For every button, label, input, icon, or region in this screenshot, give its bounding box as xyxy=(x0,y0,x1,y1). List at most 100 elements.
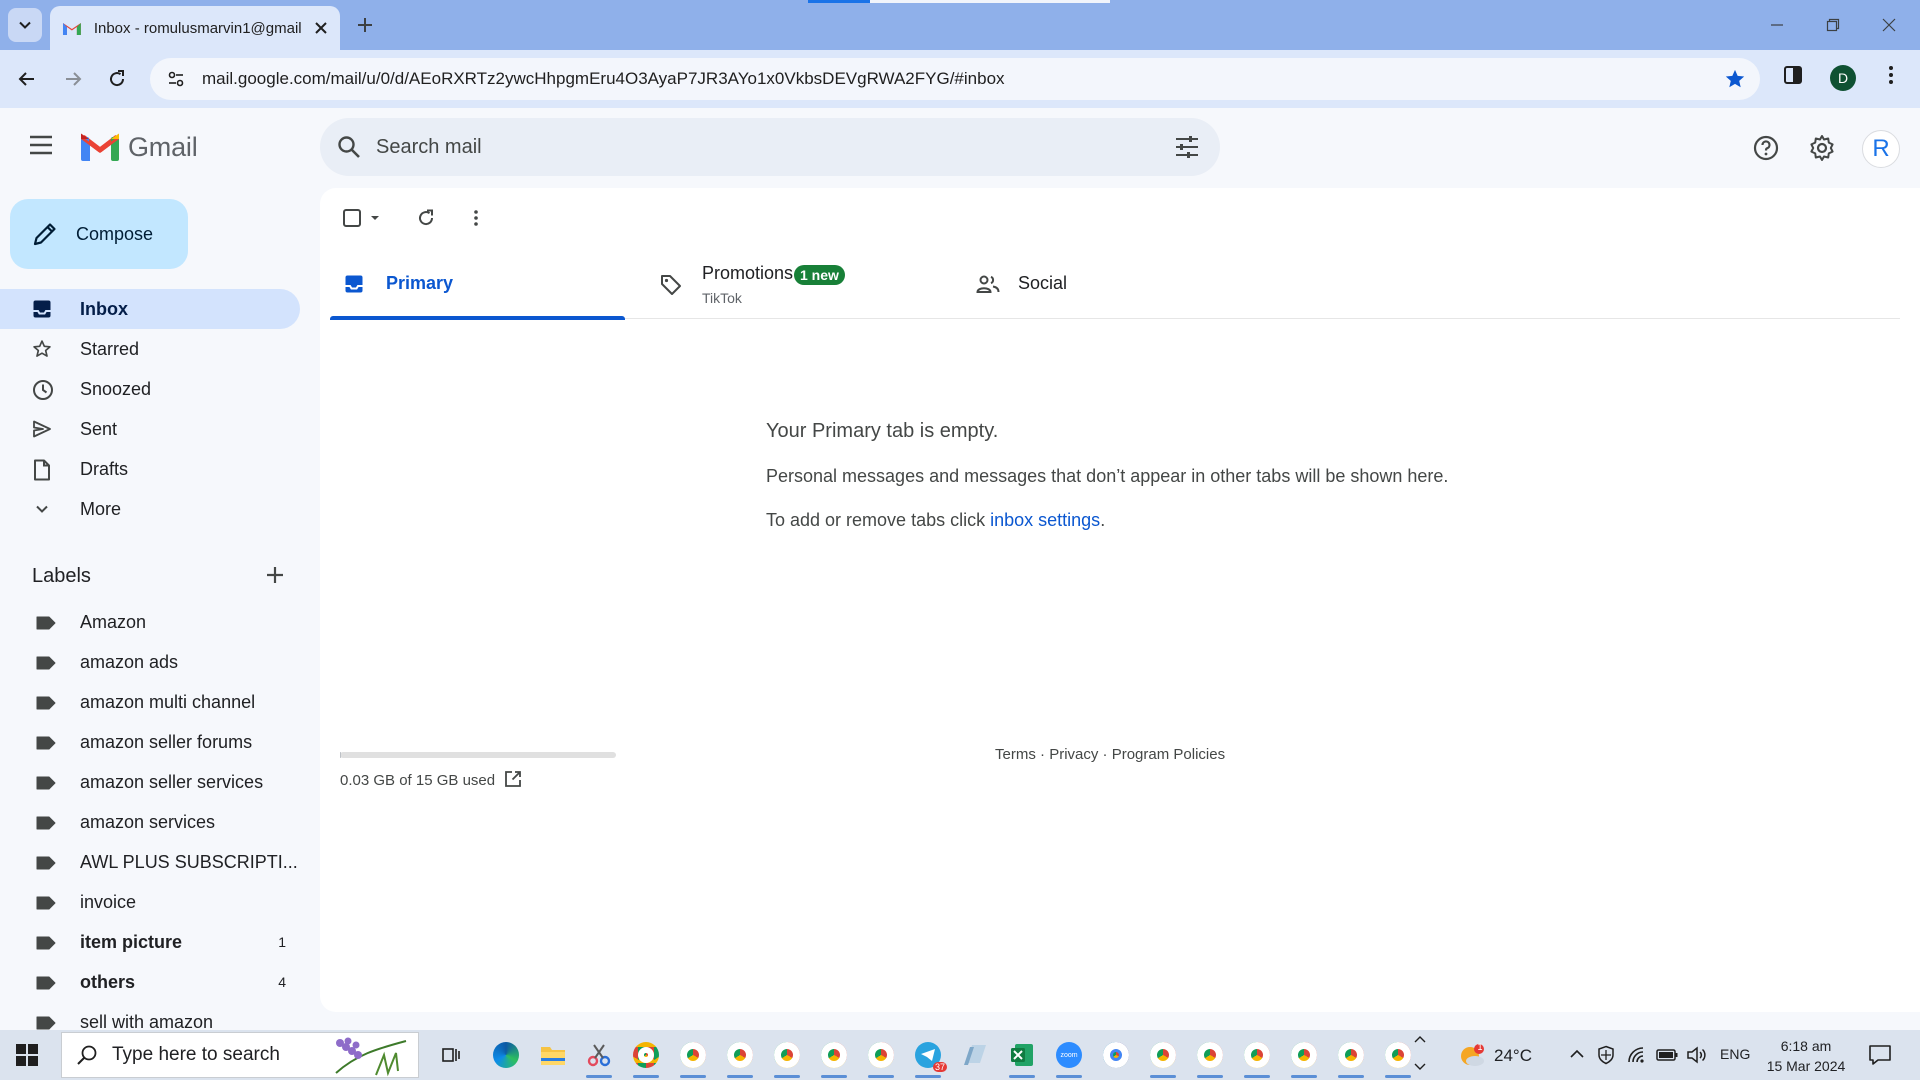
input-language[interactable]: ENG xyxy=(1720,1046,1750,1062)
footer-links: Terms · Privacy · Program Policies xyxy=(995,746,1225,763)
taskbar-chrome-profile-11[interactable] xyxy=(1334,1038,1368,1078)
new-tab-button[interactable] xyxy=(352,12,378,38)
taskbar-chrome-profile-4[interactable] xyxy=(770,1038,804,1078)
show-hidden-icons-icon[interactable] xyxy=(1568,1045,1586,1063)
taskbar-clock[interactable]: 6:18 am 15 Mar 2024 xyxy=(1764,1036,1848,1076)
label-item[interactable]: amazon ads xyxy=(0,642,300,682)
tab-promotions[interactable]: Promotions 1 new TikTok xyxy=(646,250,941,319)
chrome-icon xyxy=(1338,1042,1364,1068)
compose-button[interactable]: Compose xyxy=(10,199,188,269)
taskbar-chrome-profile-2[interactable] xyxy=(676,1038,710,1078)
reload-button[interactable] xyxy=(102,64,132,94)
taskbar-task-view[interactable] xyxy=(434,1038,468,1072)
label-item[interactable]: amazon multi channel xyxy=(0,682,300,722)
taskbar-chrome-profile-5[interactable] xyxy=(817,1038,851,1078)
select-all-checkbox[interactable] xyxy=(342,208,380,228)
bookmark-star-icon[interactable] xyxy=(1724,68,1746,90)
search-options-icon[interactable] xyxy=(1174,135,1200,159)
tab-social[interactable]: Social xyxy=(962,250,1257,319)
more-actions-icon[interactable] xyxy=(466,208,486,228)
nav-item-more[interactable]: More xyxy=(0,489,300,529)
close-tab-icon[interactable] xyxy=(314,21,328,35)
taskbar-chrome-profile-12[interactable] xyxy=(1381,1038,1415,1078)
address-bar[interactable]: mail.google.com/mail/u/0/d/AEoRXRTz2ywcH… xyxy=(150,58,1760,100)
more-vert-icon[interactable] xyxy=(1880,64,1902,86)
volume-icon[interactable] xyxy=(1686,1045,1708,1065)
taskbar-excel[interactable] xyxy=(1005,1038,1039,1078)
refresh-icon[interactable] xyxy=(416,208,436,228)
search-icon[interactable] xyxy=(336,134,362,160)
close-window-button[interactable] xyxy=(1876,12,1902,38)
nav-item-drafts[interactable]: Drafts xyxy=(0,449,300,489)
taskbar-chrome-profile-6[interactable] xyxy=(864,1038,898,1078)
google-account-avatar[interactable]: R xyxy=(1862,130,1900,168)
tab-search-button[interactable] xyxy=(8,8,42,42)
label-item[interactable]: Amazon xyxy=(0,602,300,642)
label-item[interactable]: invoice xyxy=(0,882,300,922)
label-item[interactable]: amazon seller services xyxy=(0,762,300,802)
gmail-header: Gmail R xyxy=(0,108,1920,188)
nav-item-starred[interactable]: Starred xyxy=(0,329,300,369)
privacy-link[interactable]: Privacy xyxy=(1049,746,1098,763)
help-icon[interactable] xyxy=(1752,134,1780,162)
taskbar-chrome-profile-8[interactable] xyxy=(1193,1038,1227,1078)
taskbar-telegram[interactable]: 37 xyxy=(911,1038,947,1078)
tab-label: Social xyxy=(1018,273,1068,293)
program-policies-link[interactable]: Program Policies xyxy=(1112,746,1225,763)
label-item[interactable]: amazon seller forums xyxy=(0,722,300,762)
forward-button[interactable] xyxy=(58,64,88,94)
taskbar-chrome-profile-3[interactable] xyxy=(723,1038,757,1078)
label-item[interactable]: sell with amazon xyxy=(0,1002,300,1030)
taskbar-chrome-profile-10[interactable] xyxy=(1287,1038,1321,1078)
label-item[interactable]: others 4 xyxy=(0,962,300,1002)
taskbar-zoom[interactable]: zoom xyxy=(1052,1038,1086,1078)
new-badge: 1 new xyxy=(794,265,845,285)
nav-item-inbox[interactable]: Inbox xyxy=(0,289,300,329)
taskbar-edge[interactable] xyxy=(489,1038,523,1072)
label-name: invoice xyxy=(80,892,137,912)
zoom-icon: zoom xyxy=(1056,1042,1082,1068)
taskbar-scroll-up-icon[interactable] xyxy=(1414,1034,1426,1044)
taskbar-chrome[interactable] xyxy=(1099,1038,1133,1072)
main-menu-icon[interactable] xyxy=(28,134,54,156)
minimize-button[interactable] xyxy=(1764,12,1790,38)
settings-gear-icon[interactable] xyxy=(1808,134,1836,162)
taskbar-search-box[interactable]: Type here to search xyxy=(61,1032,419,1078)
wifi-icon[interactable] xyxy=(1626,1045,1646,1065)
taskbar-scroll-down-icon[interactable] xyxy=(1414,1062,1426,1072)
nav-item-snoozed[interactable]: Snoozed xyxy=(0,369,300,409)
battery-icon[interactable] xyxy=(1656,1045,1678,1065)
label-item[interactable]: AWL PLUS SUBSCRIPTI... xyxy=(0,842,300,882)
tab-primary[interactable]: Primary xyxy=(330,250,625,320)
weather-widget[interactable]: 1 24°C xyxy=(1458,1042,1532,1068)
restore-button[interactable] xyxy=(1820,12,1846,38)
taskbar-app-snip[interactable] xyxy=(582,1038,616,1078)
windows-start-icon[interactable] xyxy=(16,1044,38,1066)
label-name: item picture xyxy=(80,932,183,952)
side-panel-icon[interactable] xyxy=(1782,64,1804,86)
nav-item-sent[interactable]: Sent xyxy=(0,409,300,449)
add-label-plus-icon[interactable] xyxy=(264,564,286,586)
taskbar-chrome-profile-7[interactable] xyxy=(1146,1038,1180,1078)
notifications-icon[interactable] xyxy=(1868,1043,1892,1067)
inbox-settings-link[interactable]: inbox settings xyxy=(990,510,1100,530)
search-bar[interactable] xyxy=(320,118,1220,176)
security-shield-icon[interactable] xyxy=(1596,1045,1616,1065)
site-info-icon[interactable] xyxy=(162,65,190,93)
back-button[interactable] xyxy=(12,64,42,94)
chrome-icon xyxy=(774,1042,800,1068)
terms-link[interactable]: Terms xyxy=(995,746,1036,763)
browser-profile-avatar[interactable]: D xyxy=(1830,65,1856,91)
taskbar-chrome-profile-1[interactable] xyxy=(629,1038,663,1078)
open-in-new-icon[interactable] xyxy=(504,770,522,788)
taskbar-app-notes[interactable] xyxy=(958,1038,992,1072)
gmail-logo[interactable]: Gmail xyxy=(80,132,198,163)
label-item[interactable]: amazon services xyxy=(0,802,300,842)
chrome-icon xyxy=(1244,1042,1270,1068)
search-input[interactable] xyxy=(376,135,1136,159)
label-item[interactable]: item picture 1 xyxy=(0,922,300,962)
caret-down-icon[interactable] xyxy=(370,213,380,223)
taskbar-file-explorer[interactable] xyxy=(536,1038,570,1072)
taskbar-chrome-profile-9[interactable] xyxy=(1240,1038,1274,1078)
browser-tab-inbox[interactable]: Inbox - romulusmarvin1@gmail xyxy=(50,6,340,50)
